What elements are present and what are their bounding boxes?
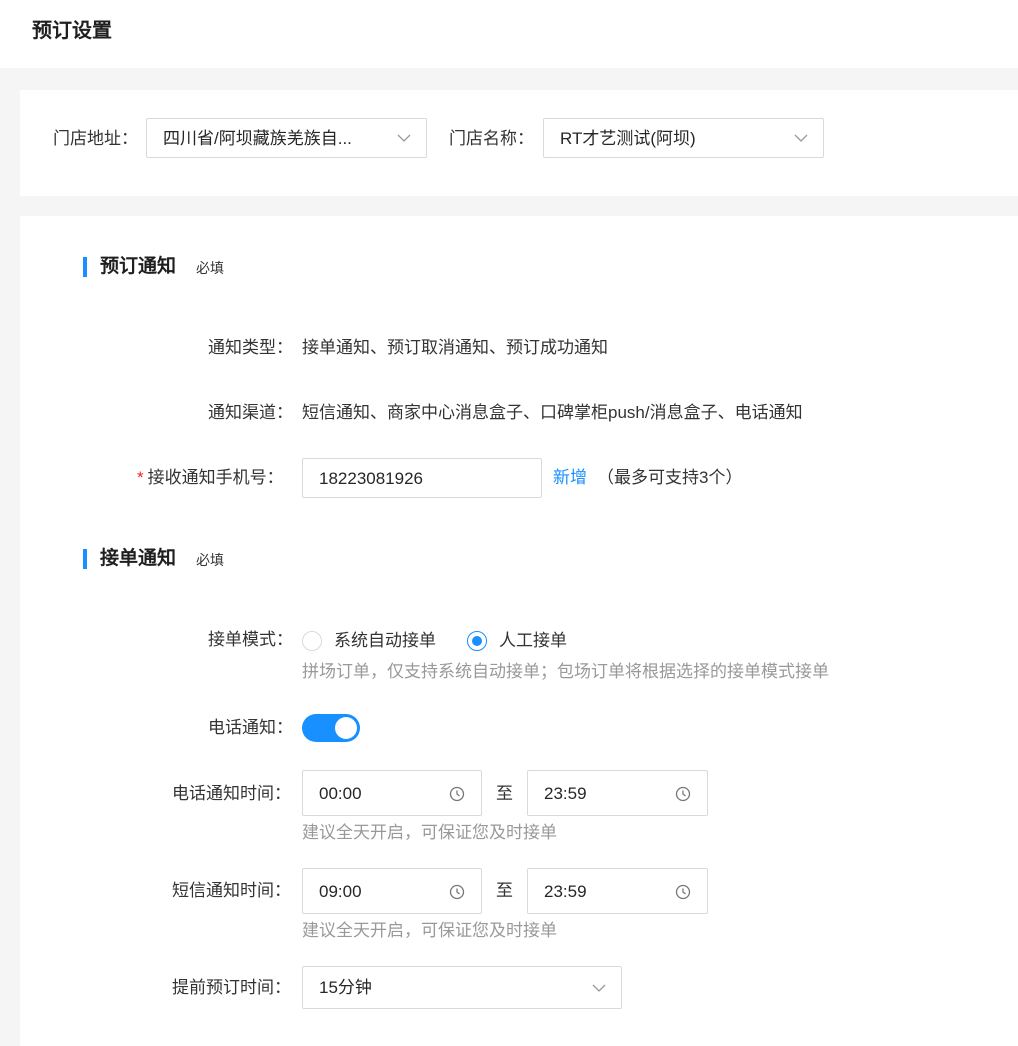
sms-time-start-input[interactable]: 09:00: [302, 868, 482, 914]
advance-booking-select[interactable]: 15分钟: [302, 966, 622, 1009]
phone-time-end-value: 23:59: [544, 784, 587, 803]
phone-time-start-input[interactable]: 00:00: [302, 770, 482, 816]
sms-time-start-value: 09:00: [319, 882, 362, 901]
store-address-select[interactable]: 四川省/阿坝藏族羌族自...: [146, 118, 427, 158]
phone-time-end-input[interactable]: 23:59: [527, 770, 708, 816]
receive-phone-label: * 接收通知手机号：: [137, 467, 284, 489]
sms-time-end-input[interactable]: 23:59: [527, 868, 708, 914]
sms-time-end-value: 23:59: [544, 882, 587, 901]
receive-phone-value: 18223081926: [319, 469, 424, 488]
settings-card: 预订通知 必填 通知类型： 接单通知、预订取消通知、预订成功通知 通知渠道： 短…: [20, 216, 1018, 1046]
section-title-order-notice: 接单通知: [100, 548, 177, 569]
notify-type-label: 通知类型：: [208, 338, 293, 357]
required-tag: 必填: [196, 260, 224, 276]
notify-channel-value: 短信通知、商家中心消息盒子、口碑掌柜push/消息盒子、电话通知: [302, 403, 803, 422]
clock-icon: [675, 786, 691, 802]
phone-notify-switch[interactable]: [302, 714, 360, 742]
store-name-select[interactable]: RT才艺测试(阿坝): [543, 118, 824, 158]
advance-booking-label: 提前预订时间：: [172, 978, 291, 997]
clock-icon: [675, 884, 691, 900]
required-asterisk: *: [137, 468, 144, 487]
required-tag: 必填: [196, 552, 224, 568]
radio-manual-accept-label[interactable]: 人工接单: [499, 630, 567, 652]
chevron-down-icon: [592, 984, 606, 992]
chevron-down-icon: [794, 134, 808, 142]
sms-time-hint: 建议全天开启，可保证您及时接单: [302, 921, 557, 940]
store-name-label: 门店名称：: [449, 129, 534, 148]
max-phone-hint: （最多可支持3个）: [597, 468, 743, 487]
section-marker: [83, 549, 87, 569]
sms-time-label: 短信通知时间：: [172, 881, 291, 900]
advance-booking-value: 15分钟: [319, 978, 372, 997]
receive-phone-input[interactable]: 18223081926: [302, 458, 542, 498]
notify-type-value: 接单通知、预订取消通知、预订成功通知: [302, 338, 608, 357]
time-range-separator: 至: [496, 784, 513, 803]
page-title: 预订设置: [32, 20, 112, 42]
clock-icon: [449, 884, 465, 900]
chevron-down-icon: [397, 134, 411, 142]
receive-phone-label-text: 接收通知手机号：: [147, 468, 284, 487]
add-phone-link[interactable]: 新增: [553, 467, 587, 489]
clock-icon: [449, 786, 465, 802]
page-header: 预订设置: [0, 0, 1018, 68]
phone-time-start-value: 00:00: [319, 784, 362, 803]
filter-card: 门店地址： 四川省/阿坝藏族羌族自... 门店名称： RT才艺测试(阿坝): [20, 90, 1018, 196]
store-name-value: RT才艺测试(阿坝): [560, 129, 696, 148]
store-address-value: 四川省/阿坝藏族羌族自...: [163, 129, 352, 148]
time-range-separator: 至: [496, 881, 513, 900]
section-marker: [83, 257, 87, 277]
phone-time-label: 电话通知时间：: [172, 784, 291, 803]
notify-channel-label: 通知渠道：: [208, 403, 293, 422]
order-mode-label: 接单模式：: [208, 630, 293, 649]
switch-knob: [335, 717, 357, 739]
radio-manual-accept[interactable]: [467, 631, 487, 651]
phone-time-hint: 建议全天开启，可保证您及时接单: [302, 823, 557, 842]
phone-notify-label: 电话通知：: [208, 718, 293, 737]
order-mode-hint: 拼场订单，仅支持系统自动接单；包场订单将根据选择的接单模式接单: [302, 662, 829, 681]
radio-auto-accept-label[interactable]: 系统自动接单: [334, 630, 436, 652]
section-title-booking-notice: 预订通知: [100, 256, 177, 277]
radio-auto-accept[interactable]: [302, 631, 322, 651]
store-address-label: 门店地址：: [53, 129, 138, 148]
